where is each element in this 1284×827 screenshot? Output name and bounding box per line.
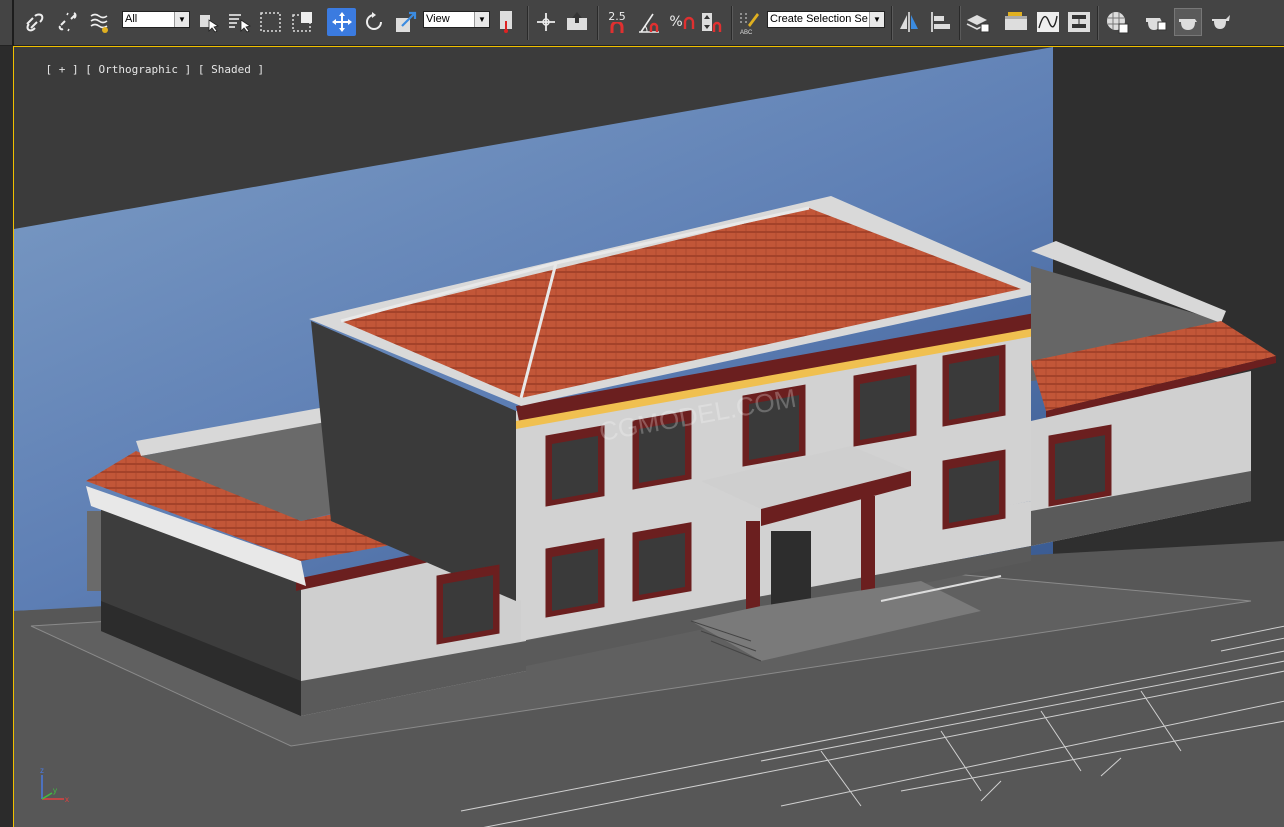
link-icon[interactable] [22,8,48,36]
axis-y-label: y [53,786,57,795]
layer-manager-icon[interactable] [964,8,992,36]
snap-angle-label: 2.5 [608,9,626,23]
reference-coordinate-value: View [426,13,450,25]
toolbar-separator [731,6,733,40]
unlink-icon[interactable] [55,8,81,36]
chevron-down-icon: ▼ [474,12,489,27]
toolbar-separator [1097,6,1099,40]
axis-x-label: x [65,795,69,804]
chevron-down-icon: ▼ [869,12,884,27]
axis-z-label: z [40,766,44,775]
reference-coordinate-dropdown[interactable]: View ▼ [423,11,490,28]
named-selection-value: Create Selection Se [770,13,868,25]
selection-filter-dropdown[interactable]: All ▼ [122,11,190,28]
render-production-icon[interactable] [1207,8,1235,36]
selection-filter-value: All [125,13,138,25]
viewport-label[interactable]: [ + ] [ Orthographic ] [ Shaded ] [19,50,265,89]
window-crossing-icon[interactable] [290,8,316,36]
viewport-shading-label[interactable]: Shaded [211,63,251,76]
viewport-pov-label[interactable]: Orthographic [99,63,178,76]
rect-selection-region-icon[interactable] [258,8,284,36]
bind-space-warp-icon[interactable] [87,8,113,36]
mirror-icon[interactable] [896,8,922,36]
main-toolbar: All ▼ View ▼ 2.5 % ABC Create Selection … [0,0,1284,46]
toolbar-separator [527,6,529,40]
align-icon[interactable] [928,8,954,36]
viewport-menu-plus[interactable]: [ + ] [46,63,79,76]
named-selection-dropdown[interactable]: Create Selection Se ▼ [767,11,885,28]
material-editor-icon[interactable] [1103,8,1131,36]
percent-snap-icon[interactable]: % [668,8,696,36]
rendered-frame-icon[interactable] [1174,8,1202,36]
snaps-toggle-icon[interactable]: 2.5 [603,8,631,36]
keyboard-shortcut-override-icon[interactable] [564,8,590,36]
toolbar-separator [597,6,599,40]
select-scale-icon[interactable] [393,8,419,36]
axis-tripod-icon: z x y [40,766,69,804]
toolbar-separator [959,6,961,40]
curve-editor-icon[interactable] [1035,8,1061,36]
render-setup-icon[interactable] [1141,8,1169,36]
chevron-down-icon: ▼ [174,12,189,27]
select-manipulate-icon[interactable] [533,8,559,36]
edit-named-selection-icon[interactable]: ABC [736,8,762,36]
schematic-view-icon[interactable] [1066,8,1092,36]
toolbar-separator [891,6,893,40]
perspective-viewport[interactable]: CGMODEL.COM [ + ] [ Orthographic ] [ Sha… [13,46,1284,827]
angle-snap-icon[interactable] [636,8,664,36]
select-object-icon[interactable] [196,8,220,36]
toolbar-grip[interactable] [12,0,14,46]
scene-render: CGMODEL.COM [14,47,1284,827]
select-move-icon[interactable] [327,8,356,36]
use-pivot-center-icon[interactable] [496,8,522,36]
svg-text:ABC: ABC [740,30,753,35]
scene-explorer-icon[interactable] [1002,8,1030,36]
percent-snap-label: % [669,14,683,30]
select-rotate-icon[interactable] [361,8,387,36]
spinner-snap-icon[interactable] [698,8,726,36]
select-by-name-icon[interactable] [226,8,252,36]
